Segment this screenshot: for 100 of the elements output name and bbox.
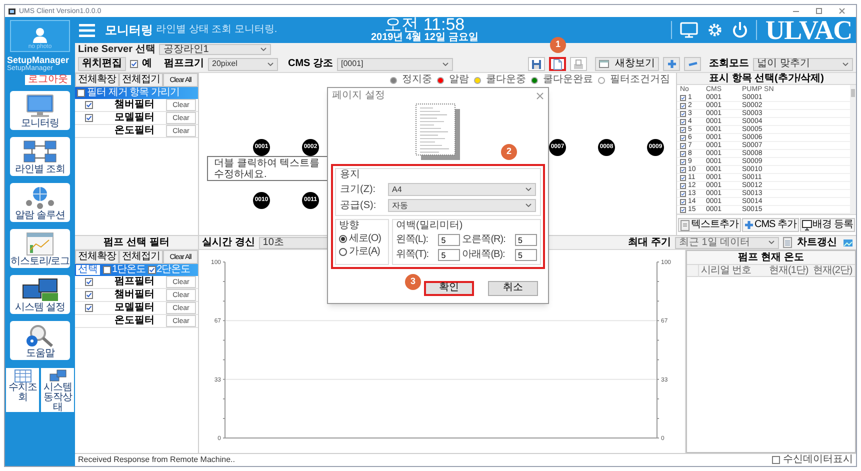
text-box[interactable]: 더블 클릭하여 텍스트를 수정하세요. bbox=[207, 156, 329, 181]
minus-icon bbox=[688, 59, 698, 69]
nav-tile[interactable]: 수치조회 bbox=[6, 368, 39, 412]
checkbox[interactable] bbox=[85, 114, 93, 122]
print-preview-icon bbox=[573, 58, 584, 70]
clock-date: 2019년 4월 12일 금요일 bbox=[371, 33, 478, 43]
input-field[interactable]: 5 bbox=[515, 249, 537, 261]
nav-tile[interactable]: 알람 솔루션 bbox=[10, 183, 70, 222]
settings-icon[interactable] bbox=[706, 21, 724, 39]
checkbox[interactable] bbox=[680, 167, 686, 173]
field-label: 공급(S): bbox=[340, 200, 378, 210]
close-icon[interactable] bbox=[837, 7, 847, 15]
caret-icon bbox=[267, 62, 274, 66]
checkbox[interactable] bbox=[680, 95, 686, 101]
checkbox[interactable] bbox=[680, 103, 686, 109]
filter-button[interactable]: 전체접기 bbox=[119, 73, 163, 87]
zoom-in-button[interactable] bbox=[663, 57, 680, 71]
nav-tile[interactable]: 도움말 bbox=[10, 321, 70, 360]
legend-label: 쿨다운완료 bbox=[543, 75, 593, 85]
nav-tile[interactable]: 히스토리/로그 bbox=[10, 229, 70, 268]
checkbox[interactable] bbox=[680, 207, 686, 213]
filter-button[interactable]: 전체확장 bbox=[75, 73, 119, 87]
checkbox[interactable] bbox=[85, 101, 93, 109]
maximize-icon[interactable] bbox=[814, 7, 824, 15]
close-icon[interactable] bbox=[536, 92, 544, 100]
column-header: 현재(1단) bbox=[768, 265, 810, 277]
page-title: 모니터링 bbox=[105, 24, 153, 36]
checkbox-label: 필터 제거 항목 가리기 bbox=[87, 88, 180, 98]
panel-button[interactable]: 배경 등록 bbox=[800, 218, 855, 232]
callout-badge: 3 bbox=[405, 274, 421, 290]
toolbar-button[interactable] bbox=[549, 57, 566, 71]
checkbox[interactable] bbox=[103, 266, 111, 274]
input-field[interactable]: 5 bbox=[515, 234, 537, 246]
computers-icon bbox=[48, 369, 66, 383]
checkbox[interactable] bbox=[680, 199, 686, 205]
cms-dropdown[interactable]: [0001] bbox=[337, 58, 453, 70]
menu-icon[interactable] bbox=[79, 24, 95, 36]
radio-label: 가로(A) bbox=[349, 247, 380, 257]
checkbox[interactable] bbox=[680, 191, 686, 197]
nav-tile[interactable]: 시스템 설정 bbox=[10, 275, 70, 314]
select-label: 선택 bbox=[76, 265, 100, 275]
checkbox[interactable] bbox=[680, 127, 686, 133]
new-window-button[interactable]: 새창보기 bbox=[595, 57, 659, 71]
panel-button[interactable]: 텍스트추가 bbox=[678, 218, 740, 232]
period-dropdown[interactable]: 최근 1일 데이터 bbox=[675, 236, 779, 248]
panel-button[interactable]: CMS 추가 bbox=[742, 218, 798, 232]
checkbox[interactable] bbox=[130, 60, 138, 68]
input-field[interactable]: 5 bbox=[438, 249, 460, 261]
panel-title: 표시 항목 선택(추가/삭제) bbox=[677, 73, 856, 85]
checkbox[interactable] bbox=[772, 456, 780, 464]
nav-tile[interactable]: 모니터링 bbox=[10, 91, 70, 130]
monitors-icon bbox=[20, 278, 60, 302]
power-icon[interactable] bbox=[732, 21, 748, 39]
document-icon bbox=[680, 220, 690, 230]
checkbox[interactable] bbox=[680, 151, 686, 157]
image-icon[interactable] bbox=[843, 238, 853, 246]
column-header: 현재(2단) bbox=[812, 265, 854, 277]
checkbox[interactable] bbox=[85, 304, 93, 312]
checkbox[interactable] bbox=[148, 266, 156, 274]
plus-icon bbox=[744, 220, 754, 230]
checkbox[interactable] bbox=[77, 89, 85, 97]
checkbox[interactable] bbox=[680, 175, 686, 181]
monitor-icon[interactable] bbox=[680, 22, 698, 38]
line-server-dropdown[interactable]: 공장라인1 bbox=[159, 44, 272, 55]
nav-tile[interactable]: 라인별 조회 bbox=[10, 137, 70, 176]
chart-refresh-button[interactable]: 차트갱신 bbox=[783, 236, 837, 248]
checkbox[interactable] bbox=[680, 111, 686, 117]
checkbox[interactable] bbox=[680, 159, 686, 165]
nav-tile[interactable]: 시스템 동작상태 bbox=[41, 368, 74, 412]
logout-button[interactable]: 로그아웃 bbox=[25, 75, 71, 85]
paper-size-dropdown[interactable]: A4 bbox=[388, 183, 536, 196]
radio-button[interactable] bbox=[339, 248, 347, 256]
dialog-title: 페이지 설정 bbox=[332, 90, 385, 100]
checkbox[interactable] bbox=[85, 278, 93, 286]
checkbox-label: 2단온도 bbox=[156, 265, 190, 275]
radio-button[interactable] bbox=[339, 235, 347, 243]
toolbar-button[interactable] bbox=[528, 57, 545, 71]
pump-size-dropdown[interactable]: 20pixel bbox=[208, 58, 278, 70]
filter-label: 챔버필터 bbox=[114, 290, 156, 300]
legend-label: 쿨다운중 bbox=[486, 75, 526, 85]
group-title: 방향 bbox=[339, 220, 360, 231]
input-field[interactable]: 5 bbox=[438, 234, 460, 246]
paper-source-dropdown[interactable]: 자동 bbox=[388, 199, 536, 212]
dialog-button[interactable]: 확인 bbox=[424, 280, 474, 296]
checkbox[interactable] bbox=[680, 119, 686, 125]
checkbox[interactable] bbox=[680, 143, 686, 149]
field-label: 조회모드 bbox=[709, 59, 749, 69]
window-icon bbox=[599, 60, 609, 68]
dialog-button[interactable]: 취소 bbox=[488, 280, 538, 296]
checkbox[interactable] bbox=[680, 135, 686, 141]
position-edit-button[interactable]: 위치편집 bbox=[78, 57, 126, 71]
filter-button[interactable]: 전체확장 bbox=[75, 250, 119, 264]
zoom-out-button[interactable] bbox=[684, 57, 701, 71]
scrollbar[interactable] bbox=[850, 85, 856, 214]
checkbox[interactable] bbox=[85, 291, 93, 299]
field-label: 펌프크기 bbox=[164, 59, 204, 69]
view-mode-dropdown[interactable]: 넓이 맞추기 bbox=[753, 58, 853, 70]
filter-button[interactable]: 전체접기 bbox=[119, 250, 163, 264]
filter-label: 모델필터 bbox=[114, 113, 156, 123]
checkbox[interactable] bbox=[680, 183, 686, 189]
